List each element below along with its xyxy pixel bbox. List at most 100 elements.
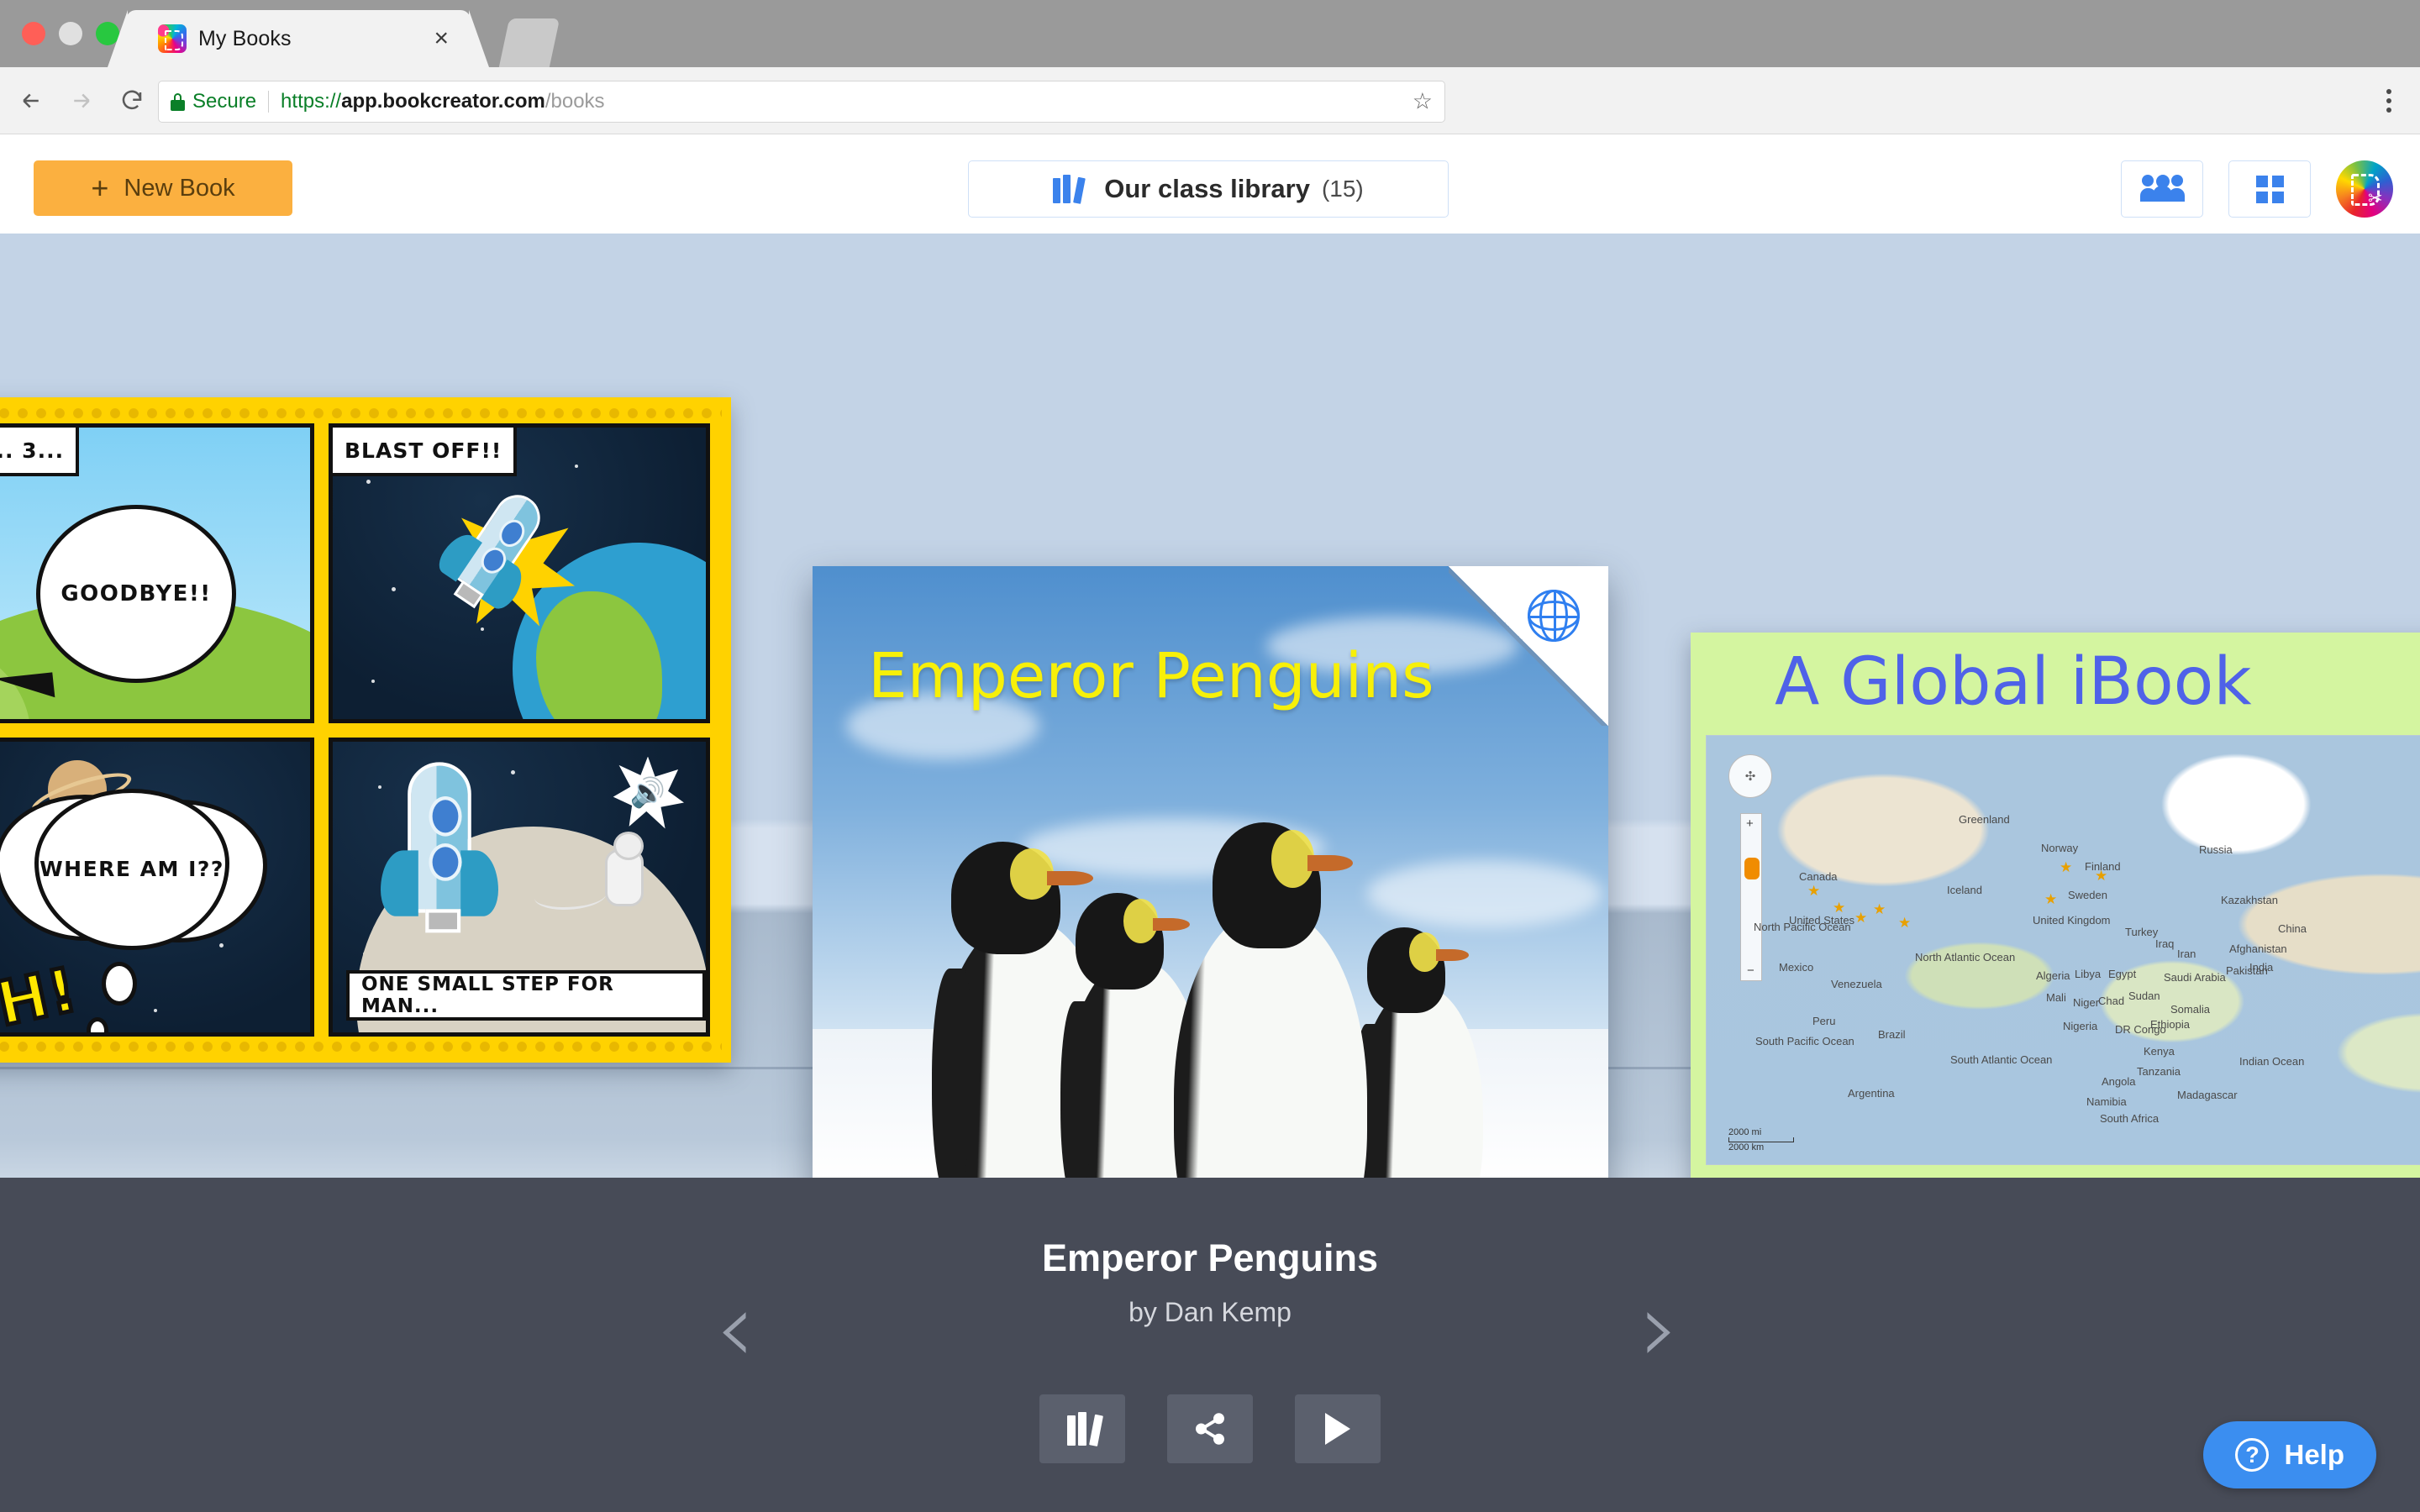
map-label: Peru (1812, 1015, 1835, 1027)
cloud-shape (1367, 860, 1602, 927)
penguin-figure (1174, 909, 1367, 1178)
map-label: Venezuela (1831, 978, 1882, 990)
tab-title: My Books (198, 27, 292, 51)
speech-bubble: GOODBYE!! (36, 505, 236, 683)
map-label: Greenland (1959, 813, 2010, 826)
map-scale-mi: 2000 mi (1728, 1127, 1761, 1137)
map-label: Turkey (2125, 926, 2158, 938)
thought-bubble-dot (102, 962, 137, 1005)
avatar[interactable]: ✂ (2336, 160, 2393, 218)
bookmark-star-icon[interactable]: ☆ (1413, 89, 1433, 115)
map-label: Namibia (2086, 1095, 2127, 1108)
map-label: Afghanistan (2229, 942, 2287, 955)
selected-book-bar: ‹ › Emperor Penguins by Dan Kemp ? Help (0, 1178, 2420, 1512)
map-label: Mali (2046, 991, 2066, 1004)
lock-icon (171, 93, 185, 111)
map-label: Nigeria (2063, 1020, 2097, 1032)
people-icon (2140, 175, 2184, 203)
map-marker-icon: ★ (1833, 900, 1845, 915)
pegman-icon[interactable] (1744, 858, 1760, 879)
globe-icon (1528, 590, 1580, 642)
map-marker-icon: ★ (1873, 902, 1886, 916)
books-icon (1053, 175, 1081, 203)
minimize-window-button[interactable] (59, 22, 82, 45)
map-label: Libya (2075, 968, 2101, 980)
secure-label: Secure (192, 90, 256, 113)
map-label: Mexico (1779, 961, 1813, 974)
map-label: North Atlantic Ocean (1915, 951, 2015, 963)
new-tab-button[interactable] (499, 18, 560, 67)
play-book-button[interactable] (1295, 1394, 1381, 1463)
new-book-label: New Book (124, 175, 234, 202)
map-label: Argentina (1848, 1087, 1895, 1100)
map-zoom-slider[interactable]: + − (1740, 813, 1762, 981)
map-label: Kazakhstan (2221, 894, 2278, 906)
scissors-icon: ✂ (2368, 191, 2385, 207)
library-count: (15) (1322, 176, 1364, 202)
url-text: https://app.bookcreator.com/books (281, 90, 605, 113)
close-window-button[interactable] (22, 22, 45, 45)
open-book-button[interactable] (1039, 1394, 1125, 1463)
forward-icon[interactable] (63, 82, 100, 119)
book-title-text: A Global iBook (1775, 644, 2252, 720)
map-label: Somalia (2170, 1003, 2210, 1016)
map-label: Chad (2098, 995, 2124, 1007)
manage-people-button[interactable] (2121, 160, 2203, 218)
comic-panel-2: BLAST OFF!! (329, 423, 710, 723)
back-icon[interactable] (13, 82, 50, 119)
map-label: Pakistan (2226, 964, 2268, 977)
book-cover-space-comic[interactable]: 5... 4... 3... GOODBYE!! BLAST OFF!! (0, 397, 731, 1063)
map-label: Tanzania (2137, 1065, 2181, 1078)
comic-panel-3: WHERE AM I?? OH! (0, 738, 314, 1037)
omnibox-divider (268, 91, 269, 113)
map-label: Madagascar (2177, 1089, 2238, 1101)
close-icon[interactable]: × (434, 26, 449, 51)
book-cover-a-global-ibook[interactable]: A Global iBook ✣ + − Greenland Iceland F… (1691, 633, 2420, 1178)
reload-icon[interactable] (113, 82, 150, 119)
help-label: Help (2284, 1439, 2344, 1471)
new-book-button[interactable]: + New Book (34, 160, 292, 216)
map-label: Canada (1799, 870, 1838, 883)
browser-tab-my-books[interactable]: My Books × (126, 10, 471, 67)
map-marker-icon: ★ (2044, 892, 2057, 906)
library-selector[interactable]: Our class library (15) (968, 160, 1449, 218)
map-scale-km: 2000 km (1728, 1142, 1764, 1152)
comic-panel-4: 🔊 ONE SMALL STEP FOR MAN... (329, 738, 710, 1037)
comic-panel-grid: 5... 4... 3... GOODBYE!! BLAST OFF!! (0, 423, 710, 1037)
map-label: Iraq (2155, 937, 2174, 950)
thought-bubble: WHERE AM I?? (34, 789, 229, 950)
selected-book-title: Emperor Penguins (0, 1236, 2420, 1280)
map-label: Sweden (2068, 889, 2107, 901)
map-label: South Atlantic Ocean (1950, 1053, 2052, 1066)
app-toolbar: + New Book Our class library (15) ✂ (0, 135, 2420, 234)
grid-icon (2256, 176, 2284, 203)
kebab-menu-icon[interactable] (2381, 84, 2396, 118)
published-corner-fold (1449, 566, 1608, 726)
prev-book-button[interactable]: ‹ (697, 1277, 773, 1386)
comic-caption: BLAST OFF!! (329, 424, 517, 476)
map-label: DR Congo (2115, 1023, 2166, 1036)
map-label: Algeria (2036, 969, 2070, 982)
map-marker-icon: ★ (2095, 869, 2107, 883)
rocket-icon (408, 762, 471, 912)
book-carousel-shelf: 5... 4... 3... GOODBYE!! BLAST OFF!! (0, 234, 2420, 1178)
address-bar[interactable]: Secure https://app.bookcreator.com/books… (158, 81, 1445, 123)
question-mark-icon: ? (2235, 1438, 2269, 1472)
penguin-figure (1357, 986, 1483, 1178)
view-grid-button[interactable] (2228, 160, 2311, 218)
map-label: Russia (2199, 843, 2233, 856)
comic-border-dots-top (0, 407, 722, 420)
map-label: Saudi Arabia (2164, 971, 2226, 984)
map-label: South Pacific Ocean (1755, 1035, 1854, 1047)
zoom-in-icon[interactable]: + (1746, 817, 1754, 830)
help-button[interactable]: ? Help (2203, 1421, 2376, 1488)
astronaut-icon (605, 849, 644, 906)
book-cover-emperor-penguins[interactable]: Emperor Penguins (813, 566, 1608, 1178)
next-book-button[interactable]: › (1622, 1277, 1697, 1386)
map-marker-icon: ★ (2060, 860, 2072, 874)
library-name: Our class library (1104, 174, 1310, 204)
map-pan-control-icon[interactable]: ✣ (1728, 754, 1772, 798)
zoom-out-icon[interactable]: − (1747, 964, 1754, 977)
map-label: United Kingdom (2033, 914, 2111, 927)
share-book-button[interactable] (1167, 1394, 1253, 1463)
